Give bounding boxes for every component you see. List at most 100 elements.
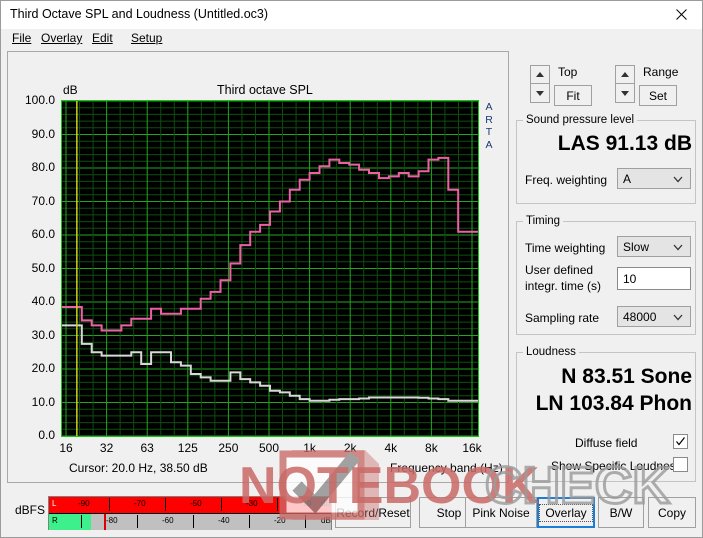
x-tick-3: 125 <box>177 441 198 455</box>
y-tick-4: 60.0 <box>31 227 55 241</box>
y-tick-5: 50.0 <box>31 260 55 275</box>
integr-time-label-1: User defined <box>525 263 594 277</box>
timing-group-legend: Timing <box>526 215 561 227</box>
time-weighting-select[interactable]: Slow <box>617 236 691 257</box>
window-title: Third Octave SPL and Loudness (Untitled.… <box>10 7 269 21</box>
range-label: Range <box>643 65 679 79</box>
arta-letter-r: R <box>485 113 493 126</box>
arta-letter-a: A <box>485 101 493 113</box>
range-spin-up[interactable] <box>615 65 635 84</box>
dbfs-label: dBFS <box>15 503 46 517</box>
record-reset-button[interactable]: Record/Reset <box>335 497 411 528</box>
y-tick-9: 10.0 <box>31 394 55 409</box>
sampling-rate-label: Sampling rate <box>525 311 600 325</box>
cursor-readout: Cursor: 20.0 Hz, 38.50 dB <box>69 461 208 475</box>
meter-top-tick-0: -90 <box>78 499 90 508</box>
menu-setup[interactable]: Setup <box>129 31 164 45</box>
meter-bottom-tick-2: -40 <box>218 516 230 525</box>
show-specific-loudness-checkbox[interactable] <box>673 457 688 472</box>
x-tick-1: 32 <box>99 441 114 455</box>
freq-weighting-select[interactable]: A <box>617 168 691 189</box>
x-tick-5: 500 <box>258 441 280 455</box>
chevron-down-icon <box>673 314 683 321</box>
meter-bottom-tick-0: -80 <box>106 516 118 525</box>
level-meter-left-row: L -90 -70 -50 -30 -10 dB <box>49 497 331 513</box>
menu-edit[interactable]: Edit <box>90 31 115 45</box>
loudness-group-legend: Loudness <box>526 346 576 358</box>
freq-weighting-value: A <box>623 171 632 186</box>
meter-top-tick-2: -50 <box>190 499 202 508</box>
level-meter-right-row: R -80 -60 -40 -20 dB <box>49 513 331 530</box>
spl-group: Sound pressure level <box>516 114 696 204</box>
meter-top-tick-4: -10 <box>300 499 312 508</box>
time-weighting-value: Slow <box>623 239 650 254</box>
x-tick-10: 16k <box>462 441 482 455</box>
range-spinner[interactable] <box>615 65 635 103</box>
set-button[interactable]: Set <box>639 85 677 106</box>
close-icon <box>675 9 687 20</box>
meter-bottom-tick-1: -60 <box>162 516 174 525</box>
y-tick-10: 0.0 <box>38 428 55 442</box>
x-tick-8: 4k <box>384 441 398 455</box>
x-tick-0: 16 <box>59 441 73 455</box>
spl-group-legend: Sound pressure level <box>526 114 635 126</box>
copy-button[interactable]: Copy <box>648 497 696 528</box>
plot-area[interactable] <box>61 100 479 437</box>
overlay-button[interactable]: Overlay <box>537 497 595 528</box>
spl-value: LAS 91.13 dB <box>557 132 692 155</box>
y-tick-2: 80.0 <box>31 160 55 174</box>
top-spinner[interactable] <box>530 65 550 103</box>
sampling-rate-value: 48000 <box>623 309 657 324</box>
meter-bottom-unit: dB <box>321 516 331 525</box>
x-tick-7: 2k <box>343 441 357 455</box>
x-tick-6: 1k <box>303 441 316 455</box>
title-bar: Third Octave SPL and Loudness (Untitled.… <box>1 1 702 29</box>
chevron-down-icon <box>621 90 629 96</box>
menu-overlay[interactable]: Overlay <box>39 31 84 45</box>
range-spin-down[interactable] <box>615 84 635 103</box>
menu-bar: File Overlay Edit Setup <box>1 29 702 48</box>
meter-left-channel-label: L <box>52 499 57 508</box>
close-button[interactable] <box>660 1 702 28</box>
integr-time-label-2: integr. time (s) <box>525 279 602 293</box>
spl-graph <box>62 101 478 436</box>
bw-button[interactable]: B/W <box>598 497 644 528</box>
x-tick-2: 63 <box>140 441 154 455</box>
diffuse-field-checkbox[interactable] <box>673 434 688 449</box>
arta-brand-label: ARTA <box>482 101 496 151</box>
y-axis-unit: dB <box>63 83 78 97</box>
chevron-down-icon <box>536 90 544 96</box>
arta-letter-t: T <box>485 126 493 138</box>
loudness-phon: LN 103.84 Phon <box>535 392 692 415</box>
top-spin-up[interactable] <box>530 65 550 84</box>
y-tick-1: 90.0 <box>31 126 55 141</box>
integr-time-value: 10 <box>623 271 637 286</box>
arta-letter-a2: A <box>485 138 493 151</box>
application-window: Third Octave SPL and Loudness (Untitled.… <box>0 0 703 538</box>
y-tick-7: 30.0 <box>31 327 55 342</box>
freq-weighting-label: Freq. weighting <box>525 173 608 187</box>
y-tick-6: 40.0 <box>31 294 55 308</box>
y-tick-0: 100.0 <box>24 93 55 107</box>
chevron-up-icon <box>536 72 544 77</box>
check-icon <box>676 437 685 446</box>
x-tick-4: 250 <box>218 441 239 455</box>
pink-noise-button[interactable]: Pink Noise <box>465 497 537 528</box>
top-spin-down[interactable] <box>530 84 550 103</box>
level-meter: L -90 -70 -50 -30 -10 dB R -80 -60 -40 -… <box>48 496 332 530</box>
chart-title: Third octave SPL <box>217 83 313 97</box>
meter-top-tick-1: -70 <box>134 499 146 508</box>
sampling-rate-select[interactable]: 48000 <box>617 306 691 327</box>
chevron-down-icon <box>673 244 683 251</box>
y-tick-3: 70.0 <box>31 193 55 208</box>
time-weighting-label: Time weighting <box>525 241 606 255</box>
loudness-sone: N 83.51 Sone <box>561 365 692 388</box>
x-tick-9: 8k <box>425 441 438 455</box>
chevron-down-icon <box>673 176 683 183</box>
chevron-up-icon <box>621 72 629 77</box>
fit-button[interactable]: Fit <box>554 85 592 106</box>
menu-file[interactable]: File <box>10 31 33 45</box>
integr-time-input[interactable]: 10 <box>617 267 691 290</box>
meter-top-tick-3: -30 <box>246 499 258 508</box>
y-tick-8: 20.0 <box>31 361 55 375</box>
